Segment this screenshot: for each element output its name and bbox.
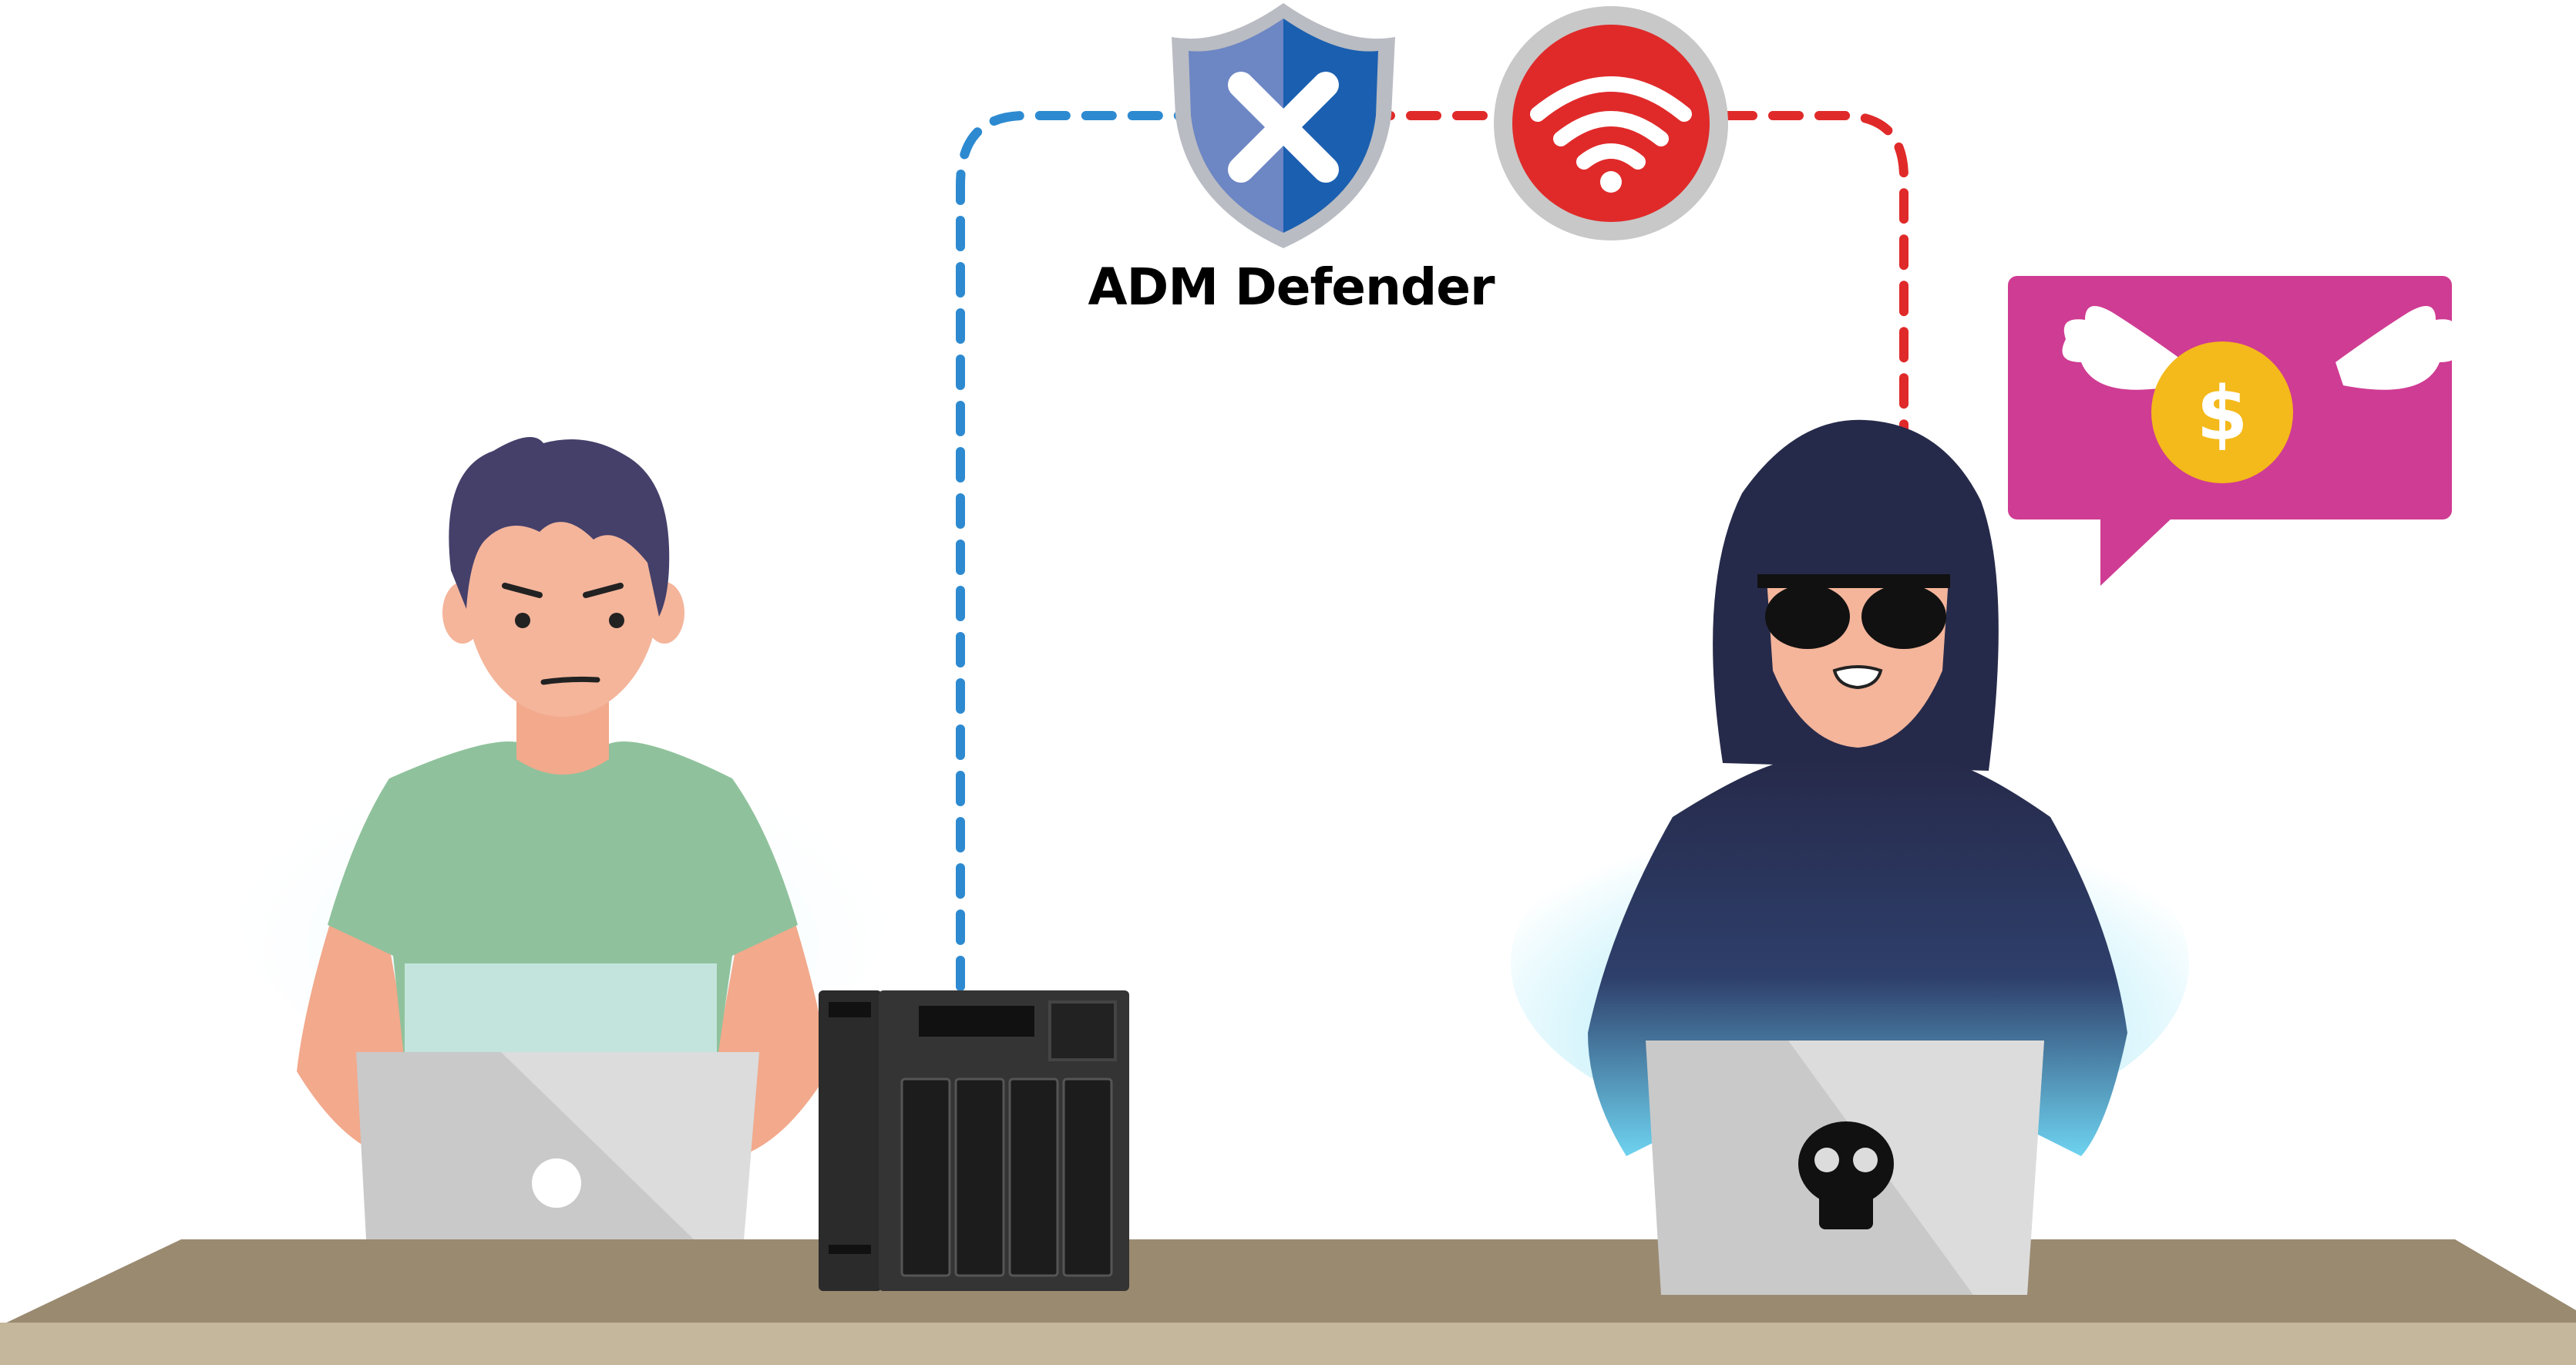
shield-label: ADM Defender <box>1088 257 1495 317</box>
shield-x-icon <box>1172 3 1395 248</box>
speech-bubble: $ <box>2008 276 2459 586</box>
laptop-icon <box>1646 1041 2044 1295</box>
safe-connection-line <box>956 111 1207 991</box>
desk <box>0 1239 2576 1365</box>
circle-logo-icon <box>532 1158 581 1208</box>
nas-device-icon <box>819 990 1129 1291</box>
scene: ADM Defender $ <box>0 3 2576 1365</box>
user-figure <box>239 437 886 1156</box>
laptop-icon <box>356 1052 759 1239</box>
wifi-icon <box>1494 6 1728 240</box>
coin-symbol: $ <box>2197 371 2248 457</box>
